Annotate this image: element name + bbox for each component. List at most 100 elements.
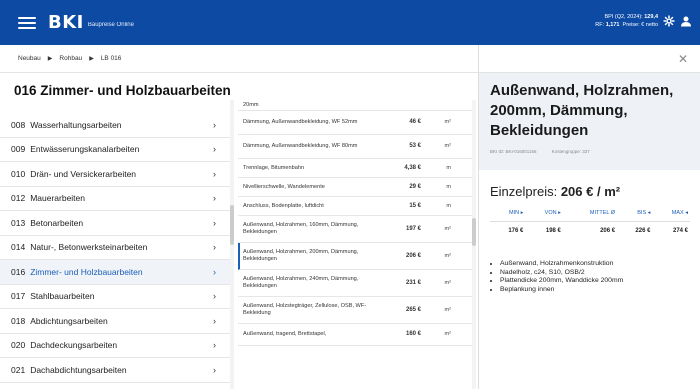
- description-item: Plattendicke 200mm, Wanddicke 200mm: [500, 277, 700, 286]
- category-item[interactable]: 008 Wasserhaltungsarbeiten ›: [0, 113, 230, 138]
- description-list: Außenwand, HolzrahmenkonstruktionNadelho…: [500, 260, 700, 294]
- category-item[interactable]: 014 Natur-, Betonwerksteinarbeiten ›: [0, 236, 230, 260]
- chevron-right-icon: ›: [213, 315, 216, 326]
- position-name: Dämmung, Außenwandbekleidung, WF 52mm: [243, 119, 358, 125]
- price-value: 176 €: [508, 228, 524, 234]
- position-unit: m²: [444, 225, 451, 232]
- category-name: Zimmer- und Holzbauarbeiten: [30, 266, 143, 277]
- description-item: Außenwand, Holzrahmenkonstruktion: [500, 260, 700, 269]
- breadcrumb-item[interactable]: LB 016: [101, 55, 122, 62]
- category-name: Drän- und Versickerarbeiten: [30, 168, 137, 179]
- position-unit: m: [446, 164, 451, 171]
- category-item[interactable]: 018 Abdichtungsarbeiten ›: [0, 309, 230, 334]
- breadcrumb-item[interactable]: Neubau: [18, 55, 41, 62]
- category-name: Natur-, Betonwerksteinarbeiten: [30, 242, 148, 253]
- position-unit: m²: [444, 279, 451, 286]
- category-item[interactable]: 009 Entwässerungskanalarbeiten ›: [0, 138, 230, 162]
- user-icon[interactable]: [680, 15, 692, 27]
- category-number: 010: [11, 168, 26, 179]
- category-item[interactable]: 016 Zimmer- und Holzbauarbeiten ›: [0, 260, 230, 285]
- position-row[interactable]: Außenwand, Holzrahmen, 200mm, Dämmung, B…: [238, 243, 476, 270]
- category-number: 013: [11, 217, 26, 228]
- category-list: 008 Wasserhaltungsarbeiten › 009 Entwässerun…: [0, 113, 230, 383]
- position-price: 53 €: [409, 143, 421, 149]
- position-name: Nivellierschwelle, Wandelemente: [243, 183, 325, 190]
- position-name: Außenwand, Holzrahmen, 240mm, Dämmung, B…: [243, 276, 359, 289]
- page-title: 016 Zimmer- und Holzbauarbeiten: [14, 83, 231, 98]
- category-scrollbar-thumb[interactable]: [230, 205, 234, 245]
- position-unit: m: [446, 202, 451, 209]
- detail-title: Außenwand, Holzrahmen, 200mm, Dämmung, B…: [490, 82, 674, 139]
- position-list: 20mm Dämmung, Außenwandbekleidung, WF 52m…: [238, 100, 476, 346]
- description-item: Beplankung innen: [500, 286, 700, 295]
- position-price: 29 €: [409, 183, 421, 190]
- price-value: 226 €: [635, 228, 651, 234]
- index-label-1: BPI (Q2, 2024):: [604, 14, 643, 20]
- breadcrumb: Neubau ▶ Rohbau ▶ LB 016: [0, 45, 478, 73]
- position-unit: m²: [444, 143, 451, 149]
- kostengruppe: Kostengruppe: 337: [551, 149, 590, 154]
- chevron-right-icon: ›: [213, 168, 216, 179]
- chevron-right-icon: ▶: [47, 56, 53, 62]
- category-number: 012: [11, 193, 26, 204]
- category-item[interactable]: 021 Dachabdichtungsarbeiten ›: [0, 358, 230, 383]
- category-item[interactable]: 020 Dachdeckungsarbeiten ›: [0, 334, 230, 358]
- position-row[interactable]: Außenwand, tragend, Brettstapel, 160 € m²: [238, 324, 476, 346]
- position-unit: m: [446, 183, 451, 190]
- category-item[interactable]: 017 Stahlbauarbeiten ›: [0, 285, 230, 309]
- hamburger-icon[interactable]: [18, 16, 36, 29]
- price-header[interactable]: BIS ◂: [617, 207, 653, 222]
- position-unit: m²: [444, 306, 451, 313]
- price-header[interactable]: MIN ▸: [490, 207, 526, 222]
- price-header[interactable]: MAX ◂: [652, 207, 690, 222]
- description-item: Nadelholz, c24, S10, OSB/2: [500, 269, 700, 278]
- price-range-table: MIN ▸ VON ▸ MITTEL Ø BIS ◂ MAX ◂ 176 € 198 € 2…: [490, 207, 690, 238]
- position-price: 160 €: [405, 331, 421, 337]
- position-unit: m²: [444, 119, 451, 125]
- position-scrollbar-thumb[interactable]: [472, 218, 476, 246]
- price-header[interactable]: MITTEL Ø: [562, 207, 618, 222]
- position-row[interactable]: Außenwand, Holzrahmen, 160mm, Dämmung, B…: [238, 216, 476, 243]
- position-row[interactable]: Trennlage, Bitumenbahn 4,38 € m: [238, 159, 476, 178]
- gear-icon[interactable]: [663, 15, 675, 27]
- position-row[interactable]: Dämmung, Außenwandbekleidung, WF 52mm 46 …: [238, 111, 476, 135]
- close-icon[interactable]: ✕: [678, 52, 688, 66]
- category-item[interactable]: 010 Drän- und Versickerarbeiten ›: [0, 162, 230, 187]
- price-value: 198 €: [545, 228, 561, 234]
- logo[interactable]: BKI: [48, 12, 84, 33]
- position-price: 4,38 €: [404, 164, 421, 171]
- position-row[interactable]: Außenwand, Holzrahmen, 240mm, Dämmung, B…: [238, 270, 476, 297]
- category-name: Dachabdichtungsarbeiten: [30, 364, 127, 375]
- category-number: 021: [11, 364, 26, 375]
- index-value-2: 1,171: [605, 22, 620, 28]
- bki-id: BKI ID: BKI-016001156: [490, 149, 537, 154]
- position-row[interactable]: 20mm: [238, 100, 476, 111]
- position-unit: m²: [444, 331, 451, 337]
- position-row[interactable]: Nivellierschwelle, Wandelemente 29 € m: [238, 178, 476, 197]
- category-name: Betonarbeiten: [30, 217, 84, 228]
- chevron-right-icon: ▶: [89, 56, 94, 62]
- position-row[interactable]: Außenwand, Holzstegträger, Zellulose, OS…: [238, 297, 476, 324]
- category-name: Stahlbauarbeiten: [30, 291, 95, 302]
- category-name: Entwässerungskanalarbeiten: [30, 144, 140, 155]
- price-header[interactable]: VON ▸: [525, 207, 563, 222]
- detail-meta: BKI ID: BKI-016001156 Kostengruppe: 337: [490, 149, 690, 154]
- position-row[interactable]: Anschluss, Bodenplatte, luftdicht 15 € m: [238, 197, 476, 216]
- category-item[interactable]: 013 Betonarbeiten ›: [0, 211, 230, 236]
- chevron-right-icon: ›: [213, 119, 216, 130]
- category-number: 016: [11, 266, 26, 277]
- index-label-2: RF:: [595, 22, 605, 28]
- position-row[interactable]: Dämmung, Außenwandbekleidung, WF 80mm 53 …: [238, 135, 476, 159]
- detail-header: Außenwand, Holzrahmen, 200mm, Dämmung, B…: [479, 73, 700, 170]
- position-name: Anschluss, Bodenplatte, luftdicht: [243, 202, 324, 209]
- position-name: Trennlage, Bitumenbahn: [243, 164, 305, 171]
- price-value: 274 €: [672, 228, 688, 234]
- category-name: Wasserhaltungsarbeiten: [30, 119, 122, 130]
- position-price: 231 €: [405, 279, 421, 286]
- chevron-right-icon: ›: [213, 217, 216, 228]
- position-price: 265 €: [405, 306, 421, 313]
- position-price: 15 €: [409, 202, 421, 209]
- category-item[interactable]: 012 Mauerarbeiten ›: [0, 187, 230, 211]
- index-suffix: Preise: € netto: [622, 22, 658, 28]
- breadcrumb-item[interactable]: Rohbau: [59, 55, 82, 62]
